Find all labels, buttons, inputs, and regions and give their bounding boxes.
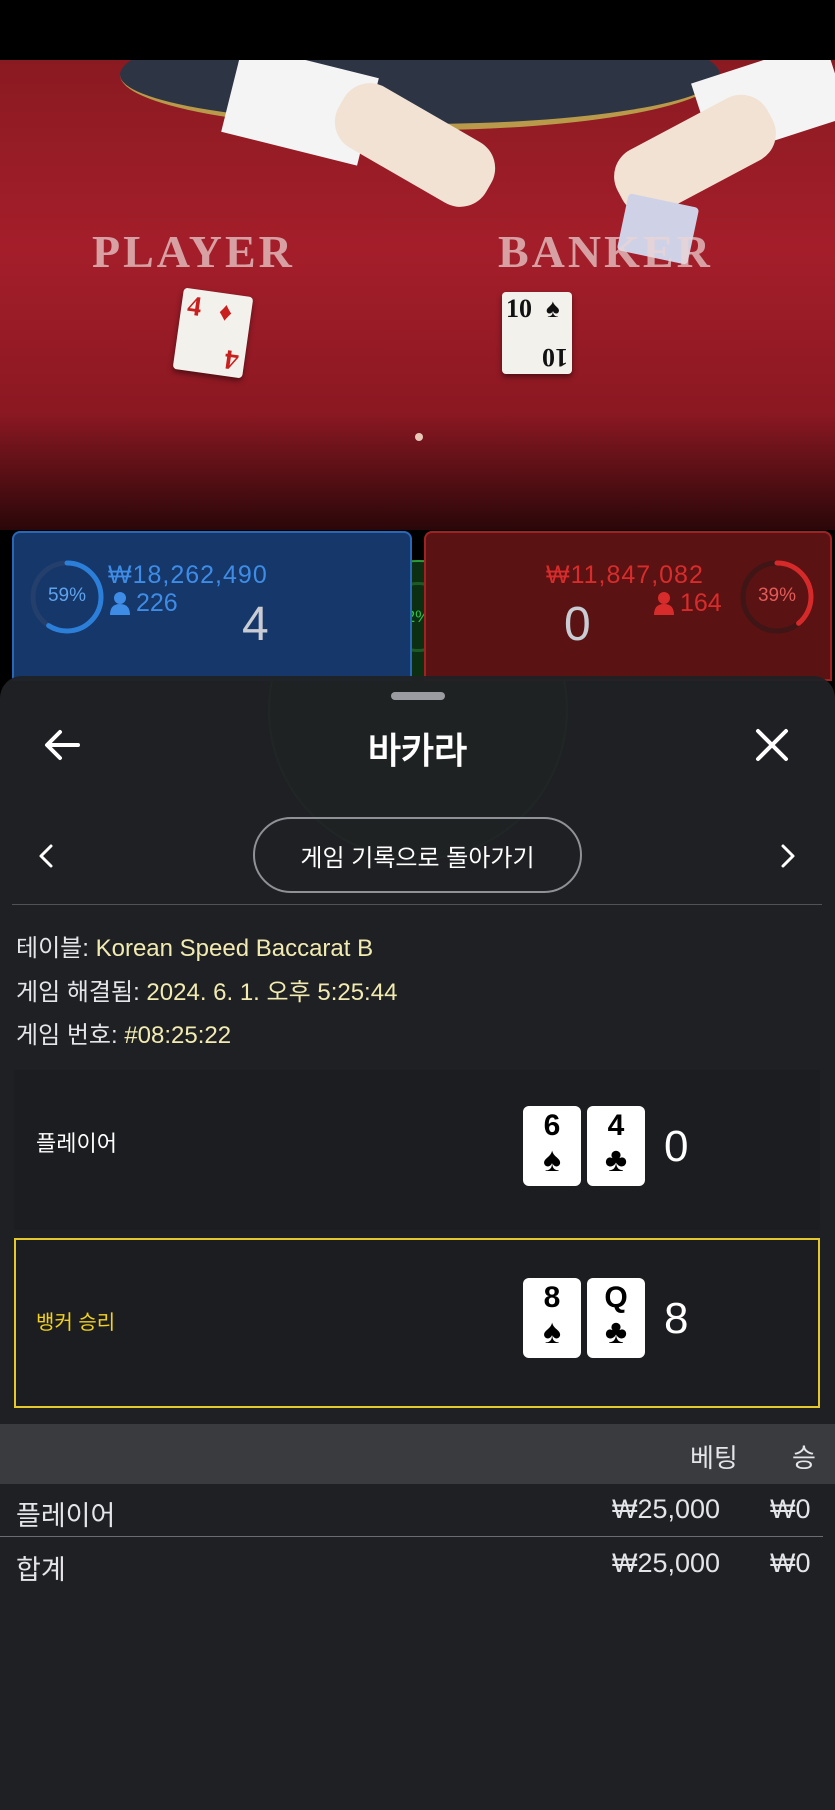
chevron-left-icon[interactable]: [34, 840, 58, 872]
person-icon: [110, 591, 130, 620]
divider: [12, 904, 822, 905]
player-hand-score: 0: [664, 1122, 689, 1171]
column-win: 승: [792, 1443, 816, 1473]
bets-table-header: 베팅 승: [0, 1424, 835, 1484]
bet-row-name: 플레이어: [16, 1501, 116, 1531]
banker-percent: 39%: [757, 585, 797, 606]
player-bettor-count: 226: [136, 589, 178, 617]
banker-table-label: BANKER: [498, 226, 713, 277]
table-marker-dot: [415, 433, 423, 441]
player-bet-spot[interactable]: 59% ₩18,262,490 226 4: [12, 531, 412, 681]
column-bet: 베팅: [690, 1443, 738, 1473]
player-score: 4: [242, 598, 269, 651]
live-video: PLAYER BANKER 4 ♦ 4 10 ♠ 10: [0, 60, 835, 530]
back-to-history-button[interactable]: 게임 기록으로 돌아가기: [253, 817, 582, 893]
banker-bettor-count: 164: [680, 589, 722, 617]
player-hand-label: 플레이어: [36, 1131, 117, 1156]
player-percent: 59%: [47, 585, 87, 606]
playing-card: 4 ♣: [587, 1106, 645, 1186]
banker-table-card: 10 ♠ 10: [502, 292, 572, 374]
banker-score: 0: [564, 598, 591, 651]
banker-win-label: 뱅커 승리: [36, 1312, 116, 1334]
resolved-info: 게임 해결됨: 2024. 6. 1. 오후 5:25:44: [16, 979, 398, 1006]
total-row-amount: ₩25,000: [612, 1548, 721, 1578]
game-number-info: 게임 번호: #08:25:22: [16, 1022, 232, 1049]
chevron-right-icon[interactable]: [776, 840, 800, 872]
player-table-label: PLAYER: [92, 226, 295, 277]
close-icon[interactable]: [752, 725, 792, 765]
total-row-win: ₩0: [770, 1548, 811, 1578]
playing-card: 8 ♠: [523, 1278, 581, 1358]
table-divider: [0, 1536, 823, 1537]
person-icon: [654, 591, 674, 620]
bet-row-win: ₩0: [770, 1494, 811, 1524]
player-bet-amount: ₩18,262,490: [108, 561, 268, 589]
banker-hand-score: 8: [664, 1294, 689, 1343]
bet-row-amount: ₩25,000: [612, 1494, 721, 1524]
playing-card: 6 ♠: [523, 1106, 581, 1186]
playing-card: Q ♣: [587, 1278, 645, 1358]
resolved-time: 2024. 6. 1. 오후 5:25:44: [146, 979, 398, 1006]
table-name: Korean Speed Baccarat B: [95, 935, 374, 962]
banker-bet-amount: ₩11,847,082: [546, 561, 704, 589]
status-bar: [0, 0, 835, 60]
table-info: 테이블: Korean Speed Baccarat B: [16, 935, 374, 962]
banker-hand-row: 뱅커 승리 8 ♠ Q ♣ 8: [14, 1238, 820, 1408]
game-number: #08:25:22: [124, 1022, 232, 1049]
sheet-drag-handle[interactable]: [391, 692, 445, 700]
player-hand-row: 플레이어 6 ♠ 4 ♣ 0: [14, 1070, 820, 1230]
total-row-name: 합계: [16, 1555, 66, 1585]
banker-bet-spot[interactable]: 39% ₩11,847,082 164 0: [424, 531, 832, 681]
modal-title: 바카라: [367, 730, 468, 771]
player-table-card: 4 ♦ 4: [172, 287, 254, 379]
